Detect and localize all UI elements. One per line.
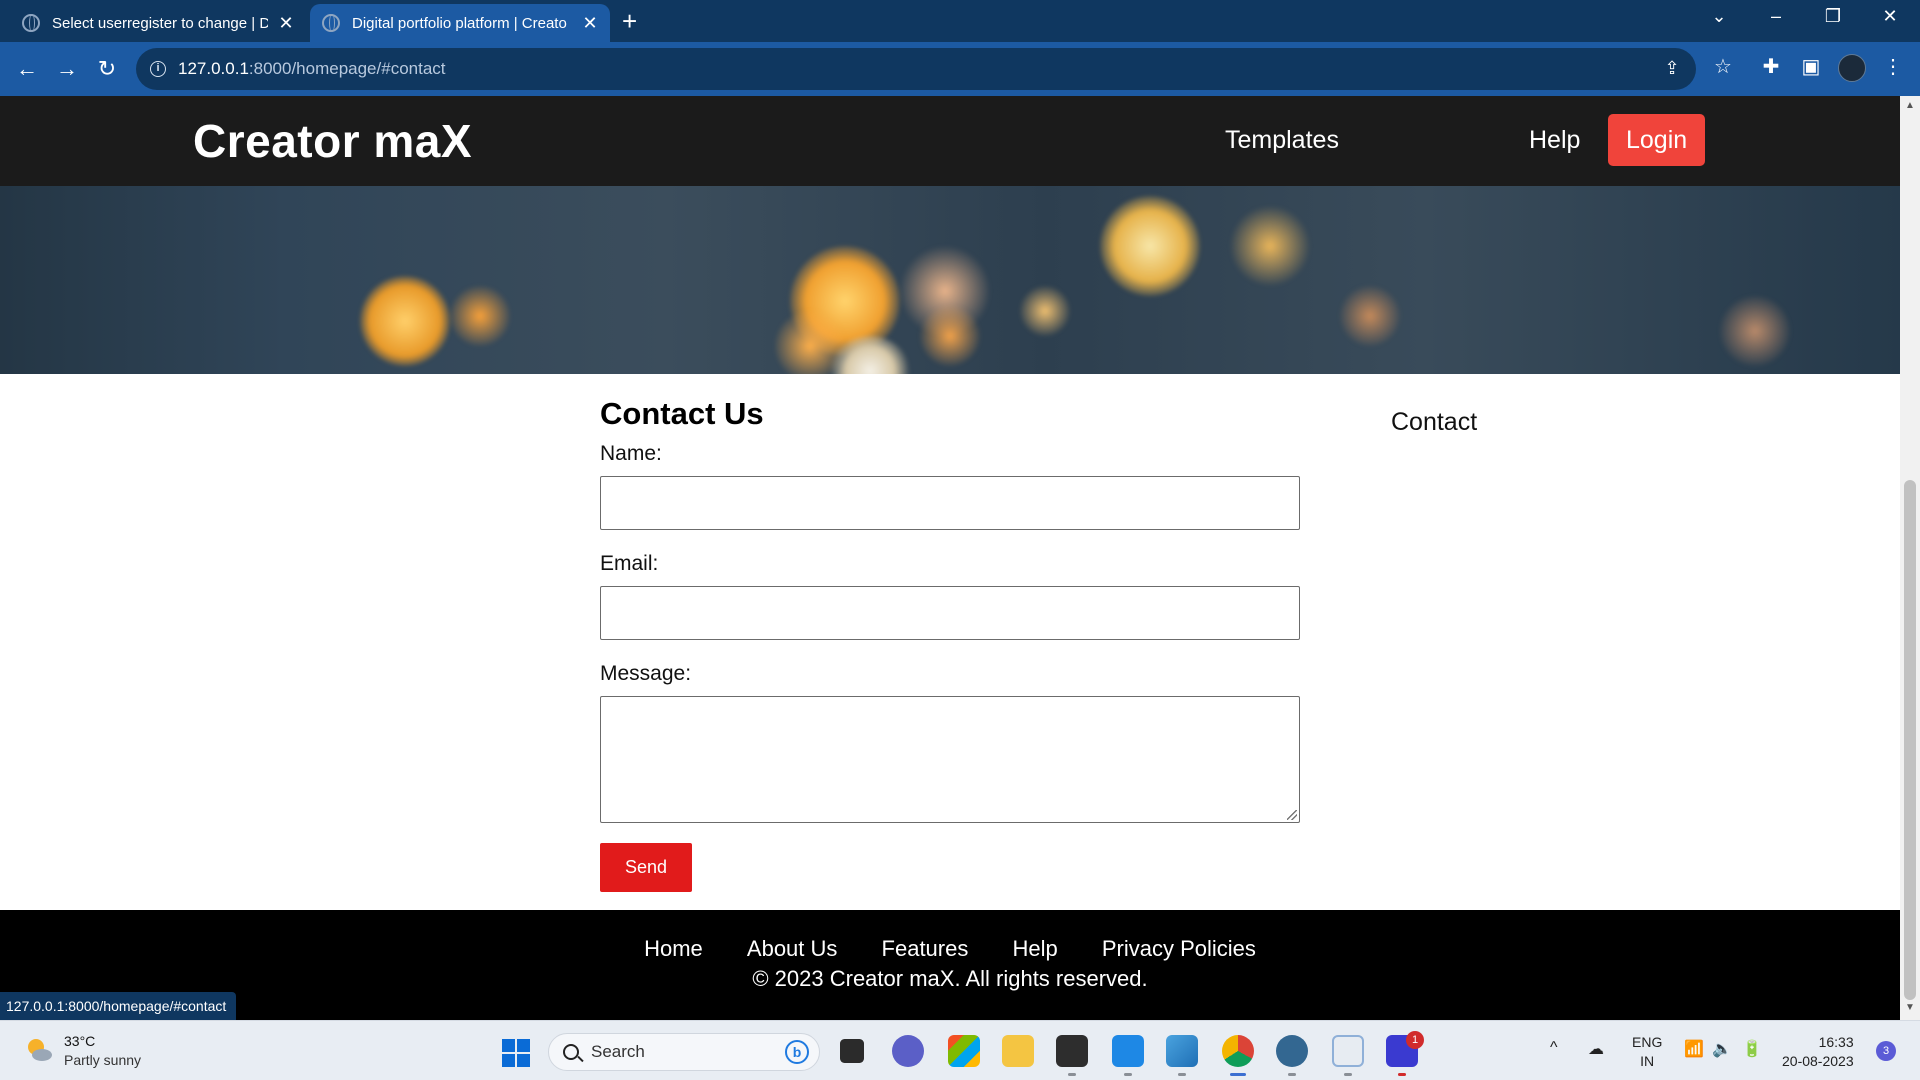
start-button[interactable] <box>502 1039 530 1067</box>
site-footer: Home About Us Features Help Privacy Poli… <box>0 910 1900 1020</box>
notification-badge: 1 <box>1406 1031 1424 1049</box>
contact-section: Contact Us Name: Email: Message: Send <box>600 396 1300 892</box>
copyright-text: © 2023 Creator maX. All rights reserved. <box>752 966 1148 991</box>
minimize-icon[interactable]: – <box>1761 6 1791 27</box>
task-view-icon[interactable] <box>840 1039 864 1063</box>
show-hidden-icons[interactable]: ^ <box>1550 1039 1558 1057</box>
snipping-tool-icon[interactable] <box>1332 1035 1364 1067</box>
scroll-down-icon[interactable]: ▼ <box>1900 1002 1920 1013</box>
running-indicator <box>1124 1073 1132 1076</box>
footer-link-privacy[interactable]: Privacy Policies <box>1102 936 1256 962</box>
email-label: Email: <box>600 552 659 575</box>
tab-title: Select userregister to change | Dj <box>52 14 268 32</box>
photos-icon[interactable] <box>1166 1035 1198 1067</box>
running-indicator <box>1178 1073 1186 1076</box>
bookmark-star-icon[interactable]: ☆ <box>1708 54 1738 79</box>
battery-icon[interactable]: 🔋 <box>1742 1039 1762 1059</box>
site-logo[interactable]: Creator maX <box>193 114 472 168</box>
weather-temperature: 33°C <box>64 1033 96 1049</box>
globe-icon <box>322 14 340 32</box>
contact-heading: Contact Us <box>600 396 764 431</box>
onedrive-icon[interactable]: ☁ <box>1588 1039 1604 1059</box>
search-icon <box>563 1044 579 1060</box>
close-window-icon[interactable]: ✕ <box>1875 6 1905 27</box>
login-button[interactable]: Login <box>1608 114 1706 166</box>
email-input[interactable] <box>600 586 1300 640</box>
message-textarea[interactable] <box>600 696 1300 823</box>
notification-center-badge[interactable]: 3 <box>1876 1041 1896 1061</box>
active-indicator <box>1230 1073 1246 1076</box>
name-label: Name: <box>600 442 662 465</box>
running-indicator <box>1288 1073 1296 1076</box>
taskbar-search[interactable]: Search b <box>548 1033 820 1071</box>
back-arrow-icon[interactable]: ← <box>12 54 42 84</box>
address-bar[interactable]: i 127.0.0.1:8000/homepage/#contact ⇪ <box>136 48 1696 90</box>
microsoft-store-icon[interactable] <box>948 1035 980 1067</box>
footer-link-about[interactable]: About Us <box>747 936 838 962</box>
running-indicator <box>1068 1073 1076 1076</box>
nav-templates[interactable]: Templates <box>1207 114 1357 166</box>
share-icon[interactable]: ⇪ <box>1658 58 1686 79</box>
nav-help[interactable]: Help <box>1511 114 1598 166</box>
footer-link-features[interactable]: Features <box>882 936 969 962</box>
site-info-icon[interactable]: i <box>150 61 166 77</box>
chrome-icon[interactable] <box>1222 1035 1254 1067</box>
wifi-icon[interactable]: 📶 <box>1684 1039 1704 1059</box>
search-placeholder: Search <box>591 1042 645 1061</box>
vscode-icon[interactable] <box>1112 1035 1144 1067</box>
close-tab-icon[interactable]: ✕ <box>278 14 294 32</box>
running-indicator <box>1398 1073 1406 1076</box>
scrollbar-thumb[interactable] <box>1904 480 1916 1000</box>
browser-tab-strip: Select userregister to change | Dj ✕ Dig… <box>0 0 1920 42</box>
clock-date: 20-08-2023 <box>1782 1053 1854 1069</box>
restore-icon[interactable]: ❐ <box>1818 6 1848 27</box>
volume-icon[interactable]: 🔈 <box>1712 1039 1732 1059</box>
page-scrollbar[interactable]: ▲ ▼ <box>1900 96 1920 1020</box>
running-indicator <box>1344 1073 1352 1076</box>
partly-sunny-icon[interactable] <box>24 1035 54 1065</box>
system-clock[interactable]: 16:33 20-08-2023 <box>1782 1033 1854 1071</box>
file-explorer-icon[interactable] <box>1002 1035 1034 1067</box>
reload-icon[interactable]: ↻ <box>92 54 122 84</box>
url-host: 127.0.0.1 <box>178 59 249 78</box>
tab-search-icon[interactable]: ⌄ <box>1704 6 1734 27</box>
site-header: Creator maX Templates Contact Help Login <box>0 96 1900 448</box>
url-path: :8000/homepage/#contact <box>248 59 446 78</box>
forward-arrow-icon[interactable]: → <box>52 54 82 84</box>
new-tab-button[interactable]: + <box>622 6 637 36</box>
teams-chat-icon[interactable] <box>892 1035 924 1067</box>
windows-taskbar: 33°C Partly sunny Search b 1 ^ ☁ ENG IN … <box>0 1020 1920 1080</box>
footer-link-home[interactable]: Home <box>644 936 703 962</box>
extensions-icon[interactable]: ✚ <box>1756 54 1786 79</box>
send-button[interactable]: Send <box>600 843 692 892</box>
terminal-icon[interactable] <box>1056 1035 1088 1067</box>
browser-tab-portfolio[interactable]: Digital portfolio platform | Creato ✕ <box>310 4 610 42</box>
page-viewport: Creator maX Templates Contact Help Login… <box>0 96 1900 1020</box>
name-input[interactable] <box>600 476 1300 530</box>
message-label: Message: <box>600 662 692 685</box>
scroll-up-icon[interactable]: ▲ <box>1900 100 1920 111</box>
bing-icon[interactable]: b <box>785 1040 809 1064</box>
postgresql-icon[interactable] <box>1276 1035 1308 1067</box>
status-url-tooltip: 127.0.0.1:8000/homepage/#contact <box>0 992 237 1020</box>
nav-contact[interactable]: Contact <box>1373 396 1900 448</box>
hero-banner-image <box>0 186 1900 374</box>
region-code: IN <box>1640 1053 1655 1069</box>
footer-link-help[interactable]: Help <box>1012 936 1057 962</box>
browser-toolbar: ← → ↻ i 127.0.0.1:8000/homepage/#contact… <box>0 42 1920 96</box>
browser-tab-django-admin[interactable]: Select userregister to change | Dj ✕ <box>10 4 306 42</box>
footer-links: Home About Us Features Help Privacy Poli… <box>0 936 1900 962</box>
side-panel-icon[interactable]: ▣ <box>1796 54 1826 79</box>
menu-kebab-icon[interactable]: ⋮ <box>1878 54 1908 79</box>
weather-description: Partly sunny <box>64 1052 142 1068</box>
profile-avatar[interactable] <box>1838 54 1866 82</box>
close-tab-icon[interactable]: ✕ <box>582 14 598 32</box>
globe-icon <box>22 14 40 32</box>
language-indicator[interactable]: ENG IN <box>1632 1033 1662 1071</box>
tab-title: Digital portfolio platform | Creato <box>352 14 567 32</box>
language-code: ENG <box>1632 1034 1663 1050</box>
clock-time: 16:33 <box>1818 1034 1854 1050</box>
